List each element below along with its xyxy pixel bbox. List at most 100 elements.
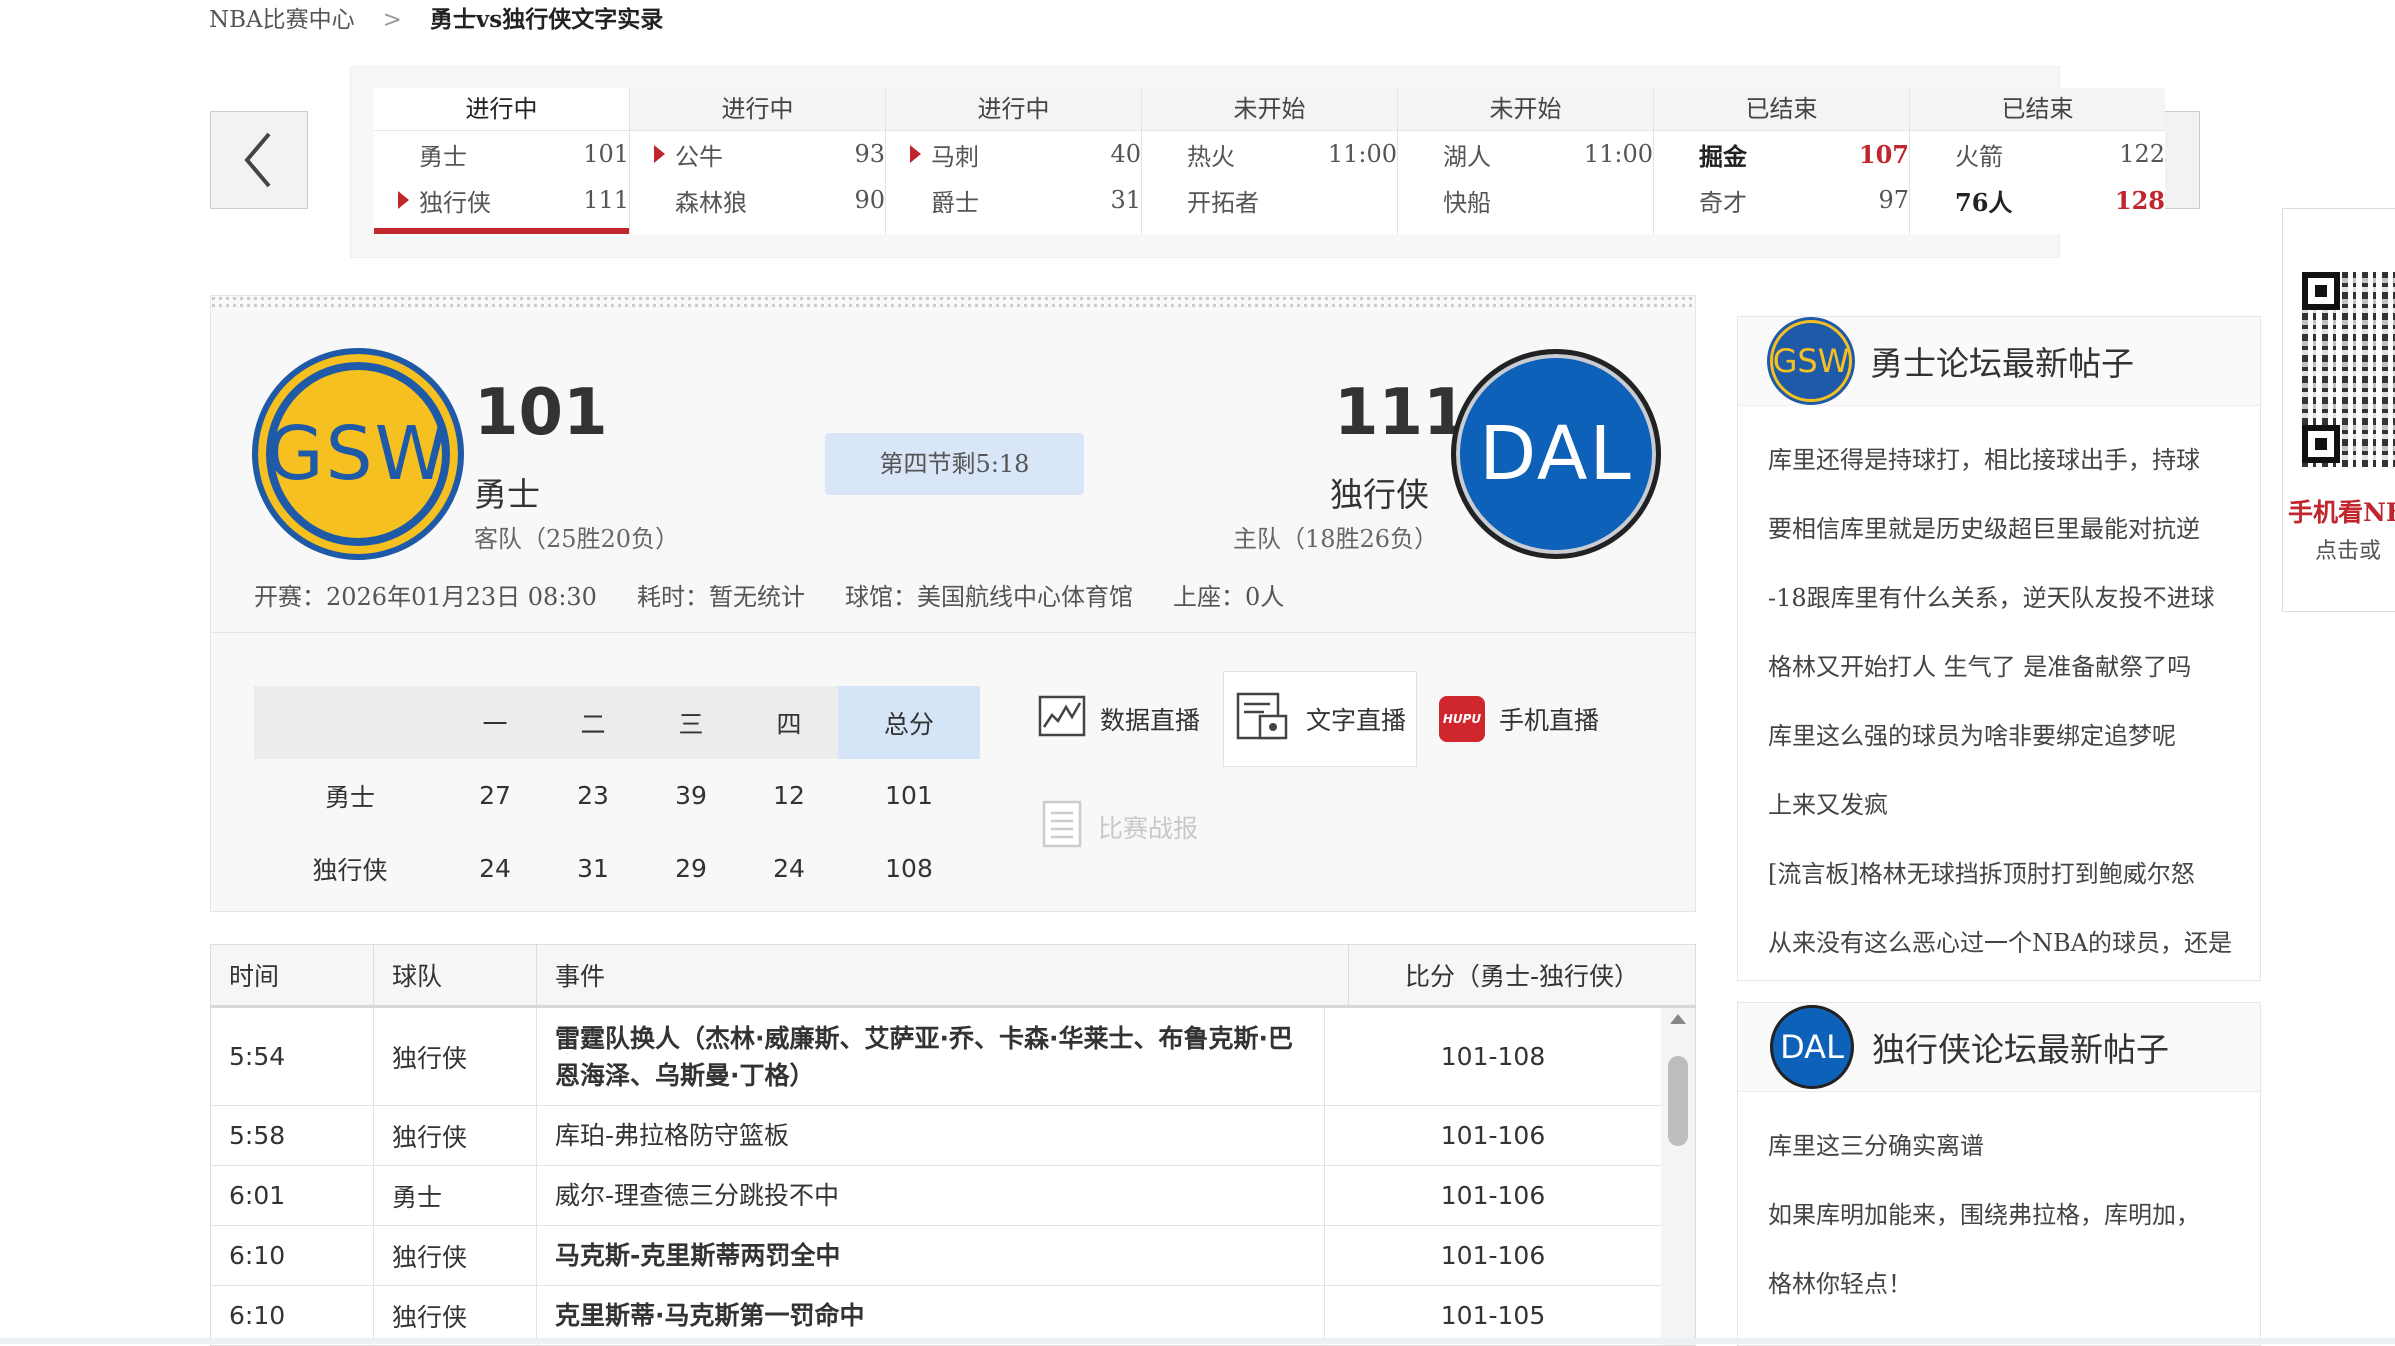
away-team-name[interactable]: 勇士 — [474, 468, 540, 516]
game-status-label: 未开始 — [1142, 88, 1397, 131]
game-team-score: 111 — [583, 186, 629, 214]
breadcrumb: NBA比赛中心 > 勇士vs独行侠文字实录 — [209, 0, 663, 34]
game-card[interactable]: 已结束 火箭 122 76人 128 — [1910, 88, 2165, 234]
event-score: 101-106 — [1440, 1181, 1546, 1210]
forum-post-link[interactable]: 格林又开始打人 生气了 是准备献祭了吗 — [1768, 633, 2260, 702]
quarter-cell: 24 — [773, 854, 805, 883]
quarter-total: 101 — [885, 781, 933, 810]
game-team-name: 勇士 — [419, 142, 467, 171]
forum-post-link[interactable]: 要相信库里就是历史级超巨里最能对抗逆 — [1768, 495, 2260, 564]
game-team-row: 独行侠 111 — [374, 177, 629, 223]
forum-post-link[interactable]: 上来又发疯 — [1768, 771, 2260, 840]
event-time: 5:58 — [211, 1106, 374, 1165]
game-card[interactable]: 进行中 马刺 40 爵士 31 — [886, 88, 1142, 234]
text-live-link[interactable]: 文字直播 — [1223, 671, 1418, 767]
dal-forum-title[interactable]: 独行侠论坛最新帖子 — [1872, 1023, 2169, 1071]
breadcrumb-current: 勇士vs独行侠文字实录 — [429, 6, 664, 33]
event-text: 克里斯蒂·马克斯第一罚命中 — [537, 1286, 1325, 1345]
breadcrumb-home-link[interactable]: NBA比赛中心 — [209, 7, 355, 33]
game-status-label: 已结束 — [1910, 88, 2165, 131]
quarter-cell: 23 — [577, 781, 609, 810]
game-card[interactable]: 已结束 掘金 107 奇才 97 — [1654, 88, 1910, 234]
forum-post-link[interactable]: 如果库明加能来，围绕弗拉格，库明加， — [1768, 1181, 2260, 1250]
gsw-forum-logo: GSW — [1770, 320, 1852, 402]
game-status-label: 进行中 — [630, 88, 885, 131]
dal-team-logo[interactable]: DAL — [1451, 349, 1661, 559]
forum-post-link[interactable]: 格林你轻点！ — [1768, 1250, 2260, 1319]
event-team: 勇士 — [374, 1166, 537, 1225]
game-team-name: 开拓者 — [1187, 188, 1259, 217]
game-status-label: 进行中 — [886, 88, 1141, 131]
game-team-name: 爵士 — [931, 188, 979, 217]
home-score: 111 — [1334, 376, 1468, 450]
game-team-row: 爵士 31 — [886, 177, 1141, 223]
mobile-live-link[interactable]: HUPU 手机直播 — [1439, 694, 1599, 744]
dal-forum-posts: 库里这三分确实离谱 如果库明加能来，围绕弗拉格，库明加， 格林你轻点！ — [1738, 1092, 2260, 1319]
events-body[interactable]: 5:54 独行侠 雷霆队换人（杰林·威廉斯、艾萨亚·乔、卡森·华莱士、布鲁克斯·巴恩… — [211, 1008, 1695, 1345]
forum-post-link[interactable]: 库里这三分确实离谱 — [1768, 1112, 2260, 1181]
game-team-score: 93 — [854, 140, 885, 168]
event-score: 101-106 — [1440, 1241, 1546, 1270]
possession-arrow-icon — [910, 145, 921, 163]
game-card[interactable]: 未开始 湖人 11:00 快船 — [1398, 88, 1654, 234]
game-card[interactable]: 进行中公牛 93 森林狼 90 — [630, 88, 886, 234]
forum-post-link[interactable]: 从来没有这么恶心过一个NBA的球员，还是 — [1768, 909, 2260, 978]
game-status-label: 已结束 — [1654, 88, 1909, 131]
game-team-row: 快船 — [1398, 177, 1653, 223]
dal-forum-logo: DAL — [1770, 1005, 1854, 1089]
event-time: 6:10 — [211, 1286, 374, 1345]
games-list: 进行中 勇士 101 独行侠 111 进行中 公牛 93 森林狼 90 进行中 马刺 40 爵士 31 未开始… — [374, 88, 2165, 234]
breadcrumb-separator: > — [382, 7, 402, 33]
forum-post-link[interactable]: 库里还得是持球打，相比接球出手，持球 — [1768, 426, 2260, 495]
scroll-thumb[interactable] — [1668, 1056, 1688, 1146]
gsw-forum-header[interactable]: GSW 勇士论坛最新帖子 — [1738, 317, 2260, 406]
venue: 球馆：美国航线中心体育馆 — [844, 583, 1133, 611]
game-team-name: 掘金 — [1699, 141, 1747, 171]
game-team-name: 湖人 — [1443, 142, 1491, 171]
game-card[interactable]: 进行中 勇士 101 独行侠 111 — [374, 88, 630, 234]
quarter-cell: 24 — [479, 854, 511, 883]
qr-corner — [2302, 272, 2340, 310]
quarter-cell: 29 — [675, 854, 707, 883]
events-header-score: 比分（勇士-独行侠） — [1404, 962, 1640, 991]
data-live-link[interactable]: 数据直播 — [1038, 694, 1200, 744]
event-team: 独行侠 — [374, 1008, 537, 1105]
qr-corner — [2302, 425, 2340, 463]
match-report-link[interactable]: 比赛战报 — [1040, 800, 1198, 852]
game-team-score: 90 — [854, 186, 885, 214]
forum-post-link[interactable]: [流言板]格林无球挡拆顶肘打到鲍威尔怒 — [1768, 840, 2260, 909]
events-scrollbar[interactable] — [1661, 1008, 1695, 1345]
game-start-time: 11:00 — [1327, 140, 1397, 168]
gsw-forum-posts: 库里还得是持球打，相比接球出手，持球 要相信库里就是历史级超巨里最能对抗逆 -18跟… — [1738, 406, 2260, 978]
game-team-score: 107 — [1858, 139, 1909, 169]
event-text: 马克斯-克里斯蒂两罚全中 — [537, 1226, 1325, 1285]
game-team-score: 40 — [1110, 140, 1141, 168]
game-team-score: 122 — [2119, 140, 2165, 168]
quarter-header-3: 三 — [642, 686, 740, 759]
away-team-record: 客队（25胜20负） — [474, 525, 680, 553]
home-team-name[interactable]: 独行侠 — [1330, 468, 1429, 516]
qr-title[interactable]: 手机看NBA — [2288, 493, 2395, 529]
game-team-name: 森林狼 — [675, 188, 747, 217]
event-text: 雷霆队换人（杰林·威廉斯、艾萨亚·乔、卡森·华莱士、布鲁克斯·巴恩海泽、乌斯曼·… — [537, 1008, 1325, 1105]
forum-post-link[interactable]: 库里这么强的球员为啥非要绑定追梦呢 — [1768, 702, 2260, 771]
game-card[interactable]: 未开始 热火 11:00 开拓者 — [1142, 88, 1398, 234]
hupu-logo-icon: HUPU — [1439, 696, 1485, 742]
game-status-label: 未开始 — [1398, 88, 1653, 131]
forum-post-link[interactable]: -18跟库里有什么关系，逆天队友投不进球 — [1768, 564, 2260, 633]
game-team-row: 76人 128 — [1910, 177, 2165, 223]
events-header: 时间 球队 事件 比分（勇士-独行侠） — [211, 945, 1695, 1008]
gsw-forum-title[interactable]: 勇士论坛最新帖子 — [1870, 337, 2134, 385]
event-score: 101-105 — [1440, 1301, 1546, 1330]
event-row: 6:01 勇士 威尔-理查德三分跳投不中 101-106 — [211, 1166, 1661, 1226]
dotted-border — [210, 295, 1696, 309]
gsw-team-logo[interactable]: GSW — [252, 348, 464, 560]
duration: 耗时：暂无统计 — [636, 583, 805, 611]
events-header-time: 时间 — [211, 945, 374, 1005]
event-time: 6:10 — [211, 1226, 374, 1285]
prev-arrow-button[interactable] — [210, 111, 308, 209]
scroll-up-arrow-icon[interactable] — [1670, 1014, 1686, 1024]
quarter-header-blank — [254, 686, 446, 759]
game-team-name: 公牛 — [675, 142, 723, 171]
dal-forum-header[interactable]: DAL 独行侠论坛最新帖子 — [1738, 1003, 2260, 1092]
